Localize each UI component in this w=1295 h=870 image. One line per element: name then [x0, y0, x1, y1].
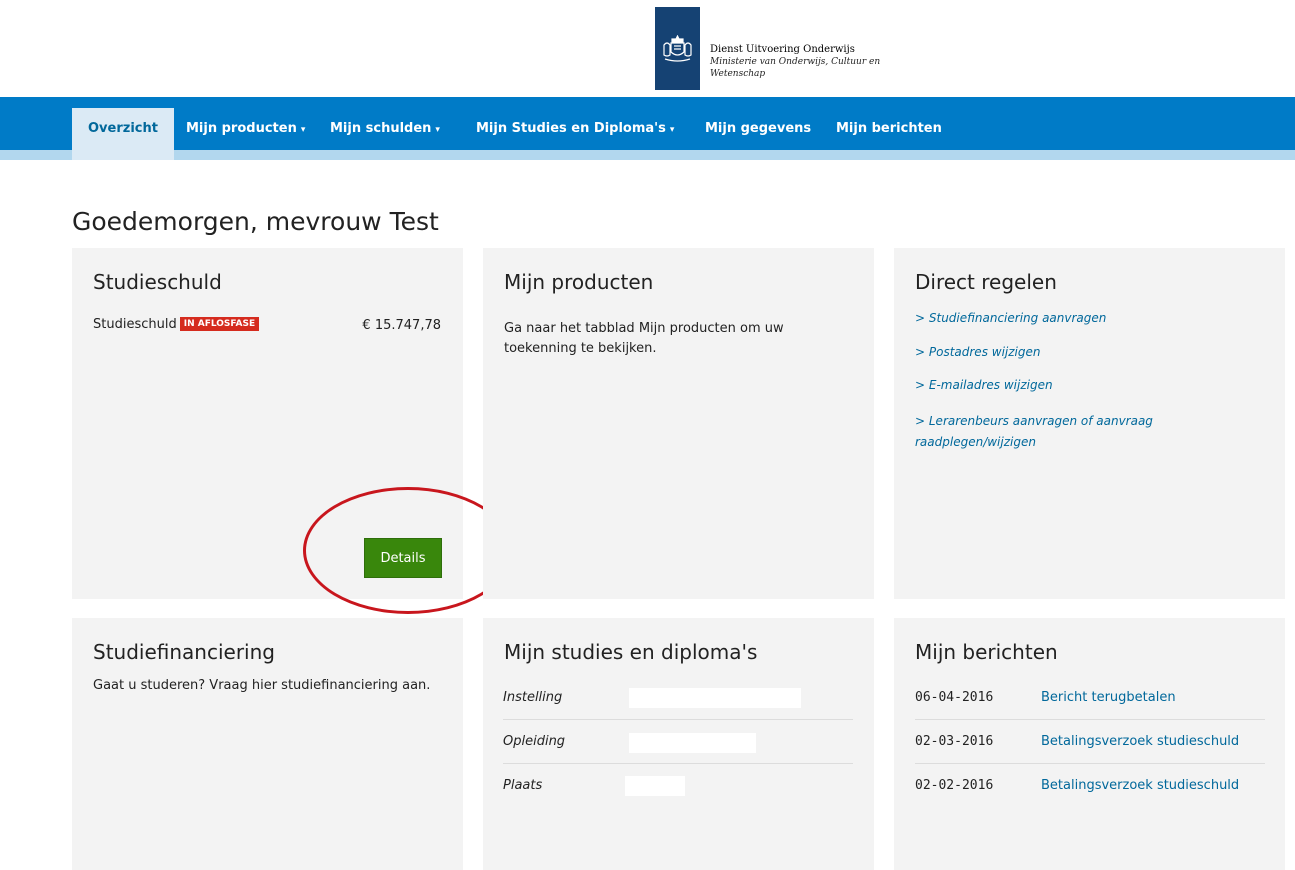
- nav-tab-label: Mijn schulden: [330, 121, 432, 136]
- nav-tab-label: Overzicht: [88, 121, 158, 136]
- navigation-underline: [0, 150, 1295, 160]
- link-lerarenbeurs[interactable]: > Lerarenbeurs aanvragen of aanvraag raa…: [915, 411, 1175, 453]
- nav-tab-label: Mijn Studies en Diploma's: [476, 121, 666, 136]
- studiefinanciering-card: Studiefinanciering Gaat u studeren? Vraa…: [72, 618, 463, 870]
- status-badge: IN AFLOSFASE: [179, 317, 260, 331]
- nav-tab-label: Mijn berichten: [836, 121, 942, 136]
- divider: [915, 763, 1265, 764]
- logo-text: Dienst Uitvoering Onderwijs Ministerie v…: [710, 44, 910, 80]
- nav-tab-label: Mijn producten: [186, 121, 297, 136]
- card-title: Mijn berichten: [915, 640, 1058, 664]
- card-title: Studieschuld: [93, 270, 222, 294]
- mijn-producten-text: Ga naar het tabblad Mijn producten om uw…: [504, 321, 784, 356]
- studies-value-opleiding: [629, 733, 756, 753]
- nav-tab-overzicht[interactable]: Overzicht: [72, 108, 174, 160]
- link-studiefinanciering-aanvragen[interactable]: > Studiefinanciering aanvragen: [915, 308, 1235, 329]
- logo-emblem[interactable]: [655, 7, 700, 90]
- mijn-producten-card: Mijn producten Ga naar het tabblad Mijn …: [483, 248, 874, 599]
- details-button[interactable]: Details: [364, 538, 442, 578]
- nav-tab-mijn-schulden[interactable]: Mijn schulden ▾: [330, 108, 440, 150]
- nav-tab-label: Mijn gegevens: [705, 121, 812, 136]
- page-greeting: Goedemorgen, mevrouw Test: [72, 207, 439, 236]
- message-link[interactable]: Betalingsverzoek studieschuld: [1041, 778, 1239, 793]
- message-link[interactable]: Bericht terugbetalen: [1041, 690, 1176, 705]
- message-date: 02-03-2016: [915, 734, 994, 749]
- studies-value-plaats: [625, 776, 685, 796]
- nav-tab-mijn-berichten[interactable]: Mijn berichten: [836, 108, 942, 150]
- link-postadres-wijzigen[interactable]: > Postadres wijzigen: [915, 342, 1235, 363]
- divider: [503, 719, 853, 720]
- studies-label-instelling: Instelling: [503, 690, 563, 705]
- card-title: Mijn producten: [504, 270, 654, 294]
- message-date: 02-02-2016: [915, 778, 994, 793]
- studies-value-instelling: [629, 688, 801, 708]
- chevron-down-icon: ▾: [435, 125, 440, 135]
- site-header: Dienst Uitvoering Onderwijs Ministerie v…: [0, 0, 1295, 96]
- message-date: 06-04-2016: [915, 690, 994, 705]
- chevron-down-icon: ▾: [669, 125, 675, 135]
- card-title: Mijn studies en diploma's: [504, 640, 758, 664]
- rijksoverheid-crest-icon: [663, 35, 692, 62]
- card-title: Studiefinanciering: [93, 640, 275, 664]
- chevron-down-icon: ▾: [300, 125, 306, 135]
- studieschuld-row: Studieschuld IN AFLOSFASE: [93, 317, 260, 332]
- studieschuld-label: Studieschuld: [93, 317, 177, 332]
- logo-name: Dienst Uitvoering Onderwijs: [710, 44, 855, 55]
- studiefinanciering-text: Gaat u studeren? Vraag hier studiefinanc…: [93, 678, 431, 693]
- studies-label-plaats: Plaats: [503, 778, 543, 793]
- divider: [915, 719, 1265, 720]
- studieschuld-amount: € 15.747,78: [362, 318, 441, 333]
- studies-label-opleiding: Opleiding: [503, 734, 566, 749]
- nav-tab-mijn-studies-en-diplomas[interactable]: Mijn Studies en Diploma's ▾: [476, 108, 674, 150]
- card-title: Direct regelen: [915, 270, 1057, 294]
- link-emailadres-wijzigen[interactable]: > E-mailadres wijzigen: [915, 375, 1235, 396]
- message-link[interactable]: Betalingsverzoek studieschuld: [1041, 734, 1239, 749]
- nav-tab-mijn-gegevens[interactable]: Mijn gegevens: [705, 108, 811, 150]
- logo-subtitle: Ministerie van Onderwijs, Cultuur en Wet…: [710, 57, 881, 79]
- divider: [503, 763, 853, 764]
- nav-tab-mijn-producten[interactable]: Mijn producten ▾: [186, 108, 305, 150]
